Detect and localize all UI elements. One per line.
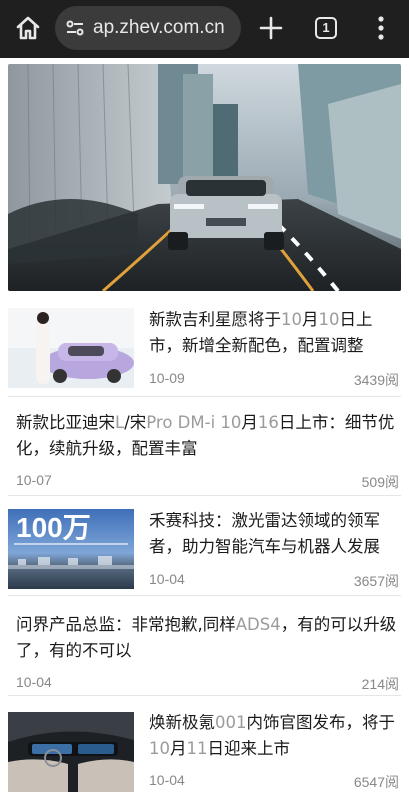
title-segment: ADS4 — [235, 615, 281, 634]
title-segment: /宋 — [124, 413, 147, 432]
article-views: 509阅 — [361, 474, 399, 490]
article-thumbnail[interactable] — [8, 712, 134, 792]
article-thumbnail[interactable] — [8, 308, 134, 388]
article-views: 6547阅 — [353, 774, 399, 790]
article-title[interactable]: 焕新极氪001内饰官图发布，将于 10月11日迎来上市 — [149, 710, 401, 762]
title-segment: 禾赛科技：激光雷达领域的领军者，助力智能汽车与机器人发展 — [149, 511, 380, 556]
address-bar[interactable]: ap.zhev.com.cn — [55, 6, 241, 50]
article-date: 10-07 — [16, 472, 52, 488]
article-views: 3439阅 — [353, 372, 399, 388]
title-segment: 月 — [170, 739, 187, 758]
overflow-menu-icon[interactable] — [371, 14, 391, 42]
article-date: 10-04 — [149, 571, 185, 587]
article-thumbnail[interactable]: 100万 — [8, 509, 134, 589]
title-segment: 001 — [215, 713, 247, 732]
article-views: 214阅 — [361, 676, 399, 692]
title-segment: 焕新极氪 — [149, 713, 215, 732]
article-title[interactable]: 新款比亚迪宋L/宋Pro DM-i 10月16日上市：细节优化，续航升级，配置丰… — [16, 410, 396, 462]
browser-toolbar: ap.zhev.com.cn 1 — [0, 0, 409, 58]
title-segment: 月 — [241, 413, 258, 432]
hero-banner-image[interactable] — [8, 64, 401, 291]
article-date: 10-09 — [149, 370, 185, 386]
title-segment: L — [115, 413, 125, 432]
list-item[interactable]: 新款比亚迪宋L/宋Pro DM-i 10月16日上市：细节优化，续航升级，配置丰… — [8, 397, 401, 496]
title-segment: 月 — [302, 310, 319, 329]
thumbnail-banner-text: 100万 — [16, 512, 91, 543]
title-segment: 10 — [149, 739, 170, 758]
title-segment: 11 — [186, 739, 208, 758]
title-segment: 内饰官图发布，将于 — [246, 713, 396, 732]
title-segment: 10 — [281, 310, 302, 329]
title-segment: Pro DM-i 10 — [146, 413, 242, 432]
article-views: 3657阅 — [353, 573, 399, 589]
title-segment: 问界产品总监：非常抱歉,同样 — [16, 615, 236, 634]
title-segment: 日迎来上市 — [207, 739, 291, 758]
list-item[interactable]: 新款吉利星愿将于10月10日上市，新增全新配色，配置调整 10-09 3439阅 — [8, 299, 401, 397]
title-segment: 新款吉利星愿将于 — [149, 310, 281, 329]
list-item[interactable]: 焕新极氪001内饰官图发布，将于 10月11日迎来上市 10-04 6547阅 — [8, 696, 401, 800]
list-item[interactable]: 100万 禾赛科技：激光雷达领域的领军者，助力智能汽车与机器人发展 10-04 … — [8, 496, 401, 596]
article-date: 10-04 — [16, 674, 52, 690]
article-title[interactable]: 禾赛科技：激光雷达领域的领军者，助力智能汽车与机器人发展 — [149, 508, 401, 560]
title-segment: 新款比亚迪宋 — [16, 413, 115, 432]
title-segment: 10 — [318, 310, 340, 329]
home-icon[interactable] — [14, 14, 42, 42]
new-tab-icon[interactable] — [257, 14, 285, 42]
list-item[interactable]: 问界产品总监：非常抱歉,同样ADS4，有的可以升级了，有的不可以 10-04 2… — [8, 596, 401, 696]
article-date: 10-04 — [149, 772, 185, 788]
page-content: 新款吉利星愿将于10月10日上市，新增全新配色，配置调整 10-09 3439阅… — [0, 58, 409, 800]
article-title[interactable]: 问界产品总监：非常抱歉,同样ADS4，有的可以升级了，有的不可以 — [16, 612, 401, 664]
site-settings-icon[interactable] — [65, 18, 85, 38]
tab-switcher-button[interactable]: 1 — [315, 17, 337, 39]
url-text[interactable]: ap.zhev.com.cn — [93, 6, 225, 50]
article-title[interactable]: 新款吉利星愿将于10月10日上市，新增全新配色，配置调整 — [149, 307, 401, 359]
title-segment: 16 — [257, 413, 279, 432]
